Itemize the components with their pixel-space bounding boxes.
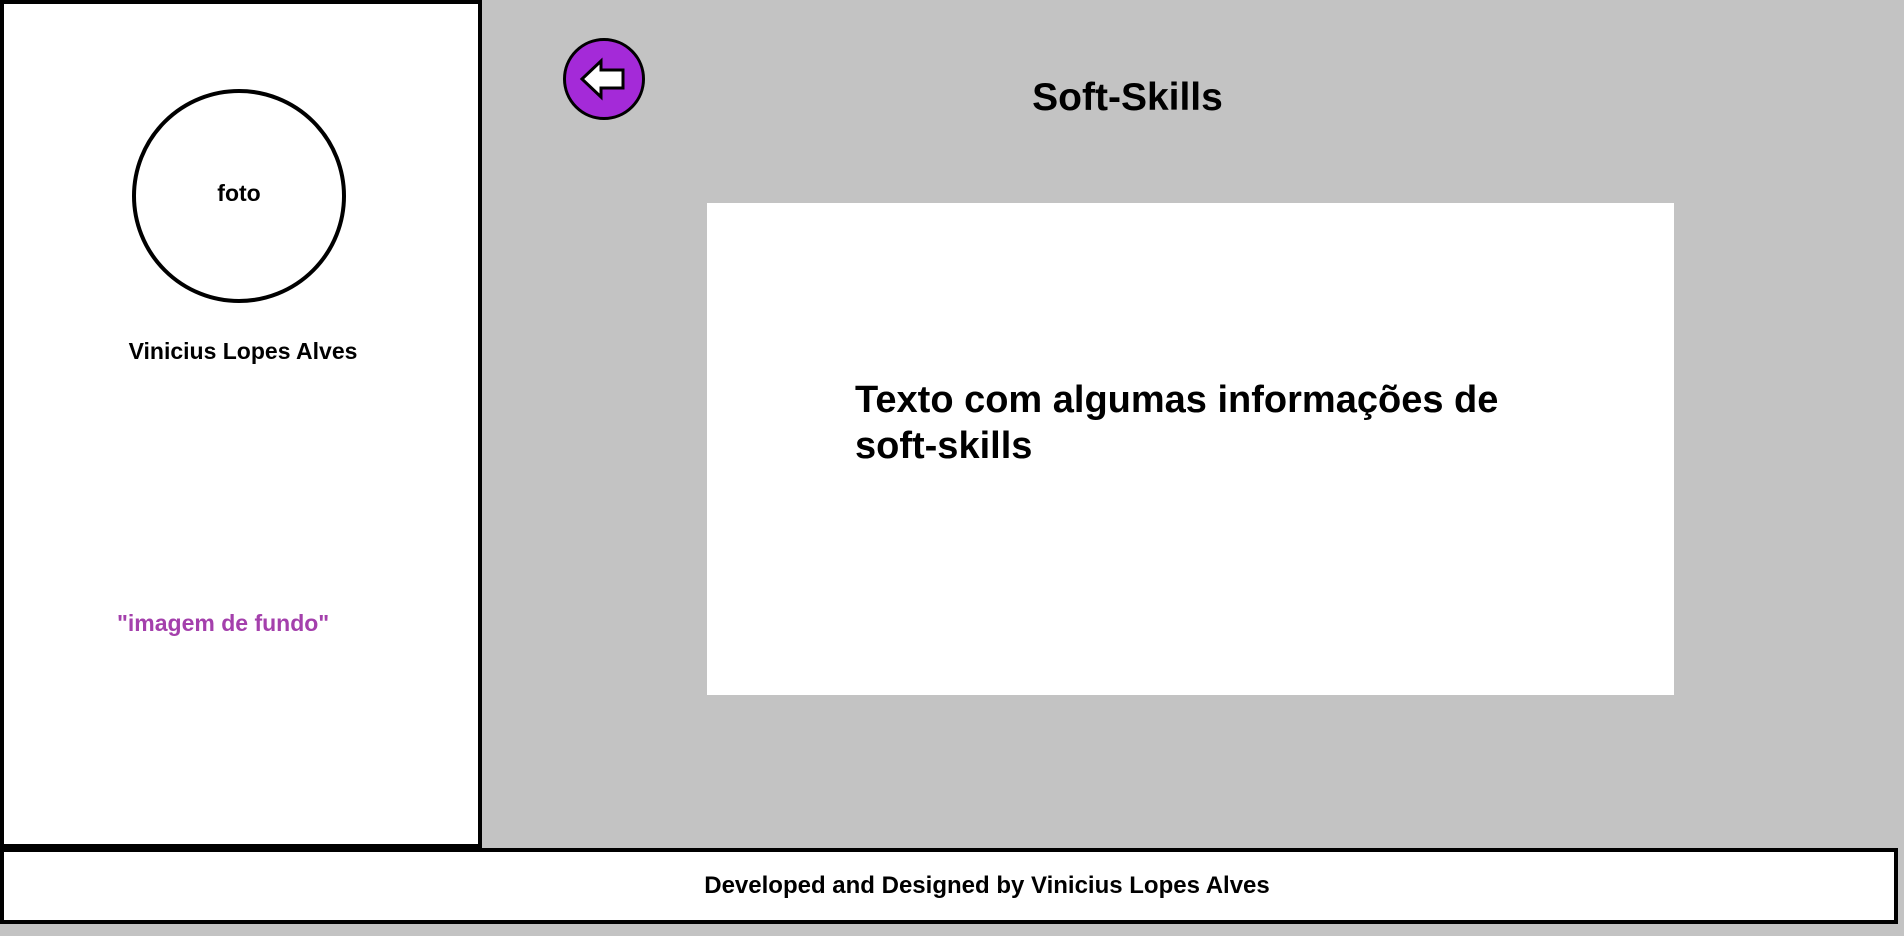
background-image-note: "imagem de fundo"	[117, 610, 330, 636]
content-text: Texto com algumas informações de soft-sk…	[855, 379, 1499, 467]
footer: Developed and Designed by Vinicius Lopes…	[0, 848, 1898, 924]
back-arrow-icon	[579, 57, 625, 101]
content-card: Texto com algumas informações de soft-sk…	[707, 203, 1674, 695]
profile-photo-placeholder: foto	[132, 89, 346, 303]
footer-credit: Developed and Designed by Vinicius Lopes…	[704, 872, 1270, 899]
page-title: Soft-Skills	[1032, 76, 1223, 119]
back-button[interactable]	[563, 38, 645, 120]
page: foto Vinicius Lopes Alves "imagem de fun…	[0, 0, 1904, 936]
profile-name: Vinicius Lopes Alves	[128, 338, 358, 364]
photo-label: foto	[217, 179, 261, 206]
sidebar: foto Vinicius Lopes Alves "imagem de fun…	[0, 0, 482, 848]
